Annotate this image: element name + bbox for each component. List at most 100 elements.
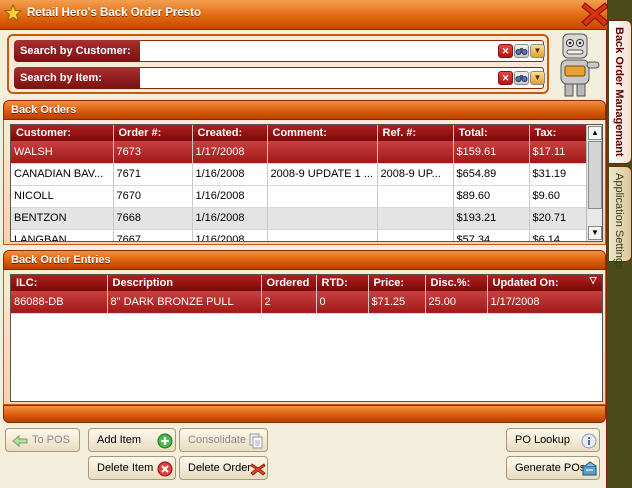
clear-customer-icon[interactable]: ✕ [498, 44, 513, 58]
tab-back-order-management[interactable]: Back Order Managemant [609, 20, 632, 164]
scroll-thumb[interactable] [588, 141, 602, 209]
entries-header-row: ILC: Description Ordered RTD: Price: Dis… [11, 275, 602, 291]
generate-pos-label: Generate POs [515, 462, 586, 474]
search-customer-input[interactable] [137, 40, 544, 62]
delete-order-label: Delete Order [188, 462, 251, 474]
cell-customer: LANGBAN [11, 229, 114, 241]
back-orders-panel: Customer: Order #: Created: Comment: Ref… [3, 120, 606, 245]
back-orders-header-row: Customer: Order #: Created: Comment: Ref… [11, 125, 588, 141]
column-header[interactable]: Updated On: ▽ [487, 275, 602, 291]
cell-created: 1/16/2008 [192, 163, 268, 186]
tab-application-settings[interactable]: Application Settings [609, 166, 632, 270]
scroll-up-icon[interactable]: ▲ [588, 126, 602, 140]
column-header[interactable]: Tax: [529, 125, 588, 141]
cell-customer: WALSH [11, 141, 114, 164]
column-header[interactable]: Price: [368, 275, 426, 291]
back-orders-scrollbar[interactable]: ▲ ▼ [586, 125, 602, 241]
column-header[interactable]: Description [107, 275, 262, 291]
cell-ref: 2008-9 UP... [377, 163, 454, 186]
column-header[interactable]: Ref. #: [377, 125, 454, 141]
search-item-label: Search by Item: [14, 67, 140, 89]
column-header[interactable]: ILC: [11, 275, 108, 291]
cell-updated: 1/17/2008 [487, 291, 602, 314]
po-lookup-button[interactable]: PO Lookup [506, 428, 600, 452]
app-title: Retail Hero's Back Order Presto [27, 7, 202, 19]
column-header[interactable]: Total: [453, 125, 530, 141]
table-row[interactable]: BENTZON 7668 1/16/2008 $193.21 $20.71 [11, 207, 588, 230]
table-row[interactable]: NICOLL 7670 1/16/2008 $89.60 $9.60 [11, 185, 588, 208]
column-header[interactable]: Customer: [11, 125, 114, 141]
consolidate-label: Consolidate [188, 434, 247, 446]
search-customer-row: Search by Customer: ✕ ▼ [14, 40, 545, 62]
back-orders-header: Back Orders [3, 100, 606, 120]
search-item-row: Search by Item: ✕ ▼ [14, 67, 545, 89]
cell-ref [377, 229, 454, 241]
cell-tax: $20.71 [529, 207, 588, 230]
column-header[interactable]: Ordered [261, 275, 317, 291]
chevron-down-icon[interactable]: ▼ [530, 44, 545, 58]
table-row[interactable]: LANGBAN 7667 1/16/2008 $57.34 $6.14 [11, 229, 588, 241]
column-header[interactable]: RTD: [316, 275, 369, 291]
cell-order: 7673 [113, 141, 193, 164]
plus-icon [157, 433, 173, 449]
cell-total: $57.34 [453, 229, 530, 241]
search-item-input[interactable] [137, 67, 544, 89]
table-row[interactable]: WALSH 7673 1/17/2008 $159.61 $17.11 [11, 141, 588, 164]
cell-tax: $17.11 [529, 141, 588, 164]
add-item-button[interactable]: Add Item [88, 428, 176, 452]
filter-icon[interactable]: ▽ [590, 275, 597, 286]
column-header[interactable]: Created: [192, 125, 268, 141]
cell-tax: $6.14 [529, 229, 588, 241]
star-logo-icon [4, 4, 22, 22]
clear-item-icon[interactable]: ✕ [498, 71, 513, 85]
po-lookup-label: PO Lookup [515, 434, 571, 446]
tab-application-settings-label: Application Settings [613, 173, 625, 270]
cell-ref [377, 141, 454, 164]
cell-total: $193.21 [453, 207, 530, 230]
cell-customer: NICOLL [11, 185, 114, 208]
documents-icon [249, 433, 263, 449]
to-pos-label: To POS [32, 434, 70, 446]
title-bar: Retail Hero's Back Order Presto [0, 0, 607, 30]
delete-order-button[interactable]: Delete Order [179, 456, 268, 480]
cell-price: $71.25 [368, 291, 426, 314]
cell-tax: $9.60 [529, 185, 588, 208]
delete-item-button[interactable]: Delete Item [88, 456, 176, 480]
to-pos-button[interactable]: To POS [5, 428, 80, 452]
column-header[interactable]: Comment: [267, 125, 378, 141]
cell-description: 8" DARK BRONZE PULL [107, 291, 262, 314]
cell-tax: $31.19 [529, 163, 588, 186]
cell-rtd: 0 [316, 291, 369, 314]
cell-comment [267, 141, 378, 164]
close-icon[interactable] [580, 0, 610, 28]
search-customer-label: Search by Customer: [14, 40, 140, 62]
chevron-down-icon[interactable]: ▼ [530, 71, 545, 85]
entries-grid: ILC: Description Ordered RTD: Price: Dis… [10, 274, 603, 402]
consolidate-button[interactable]: Consolidate [179, 428, 268, 452]
delete-icon [157, 461, 173, 477]
table-row[interactable]: CANADIAN BAV... 7671 1/16/2008 2008-9 UP… [11, 163, 588, 186]
column-header[interactable]: Disc.%: [425, 275, 488, 291]
cell-disc: 25.00 [425, 291, 488, 314]
delete-item-label: Delete Item [97, 462, 154, 474]
cell-order: 7667 [113, 229, 193, 241]
cell-comment: 2008-9 UPDATE 1 ... [267, 163, 378, 186]
cell-total: $89.60 [453, 185, 530, 208]
cell-created: 1/16/2008 [192, 207, 268, 230]
back-orders-grid: Customer: Order #: Created: Comment: Ref… [10, 124, 603, 242]
scroll-down-icon[interactable]: ▼ [588, 226, 602, 240]
robot-mascot-icon [560, 33, 600, 97]
table-row[interactable]: 86088-DB 8" DARK BRONZE PULL 2 0 $71.25 … [11, 291, 602, 314]
cell-comment [267, 207, 378, 230]
main-window: Retail Hero's Back Order Presto Search b… [0, 0, 610, 488]
cell-ilc: 86088-DB [11, 291, 108, 314]
cell-total: $159.61 [453, 141, 530, 164]
column-header-label: Updated On: [492, 277, 559, 289]
cell-ref [377, 207, 454, 230]
binoculars-icon[interactable] [514, 71, 529, 85]
binoculars-icon[interactable] [514, 44, 529, 58]
cell-customer: CANADIAN BAV... [11, 163, 114, 186]
generate-pos-button[interactable]: Generate POs [506, 456, 600, 480]
column-header[interactable]: Order #: [113, 125, 193, 141]
cell-created: 1/16/2008 [192, 185, 268, 208]
